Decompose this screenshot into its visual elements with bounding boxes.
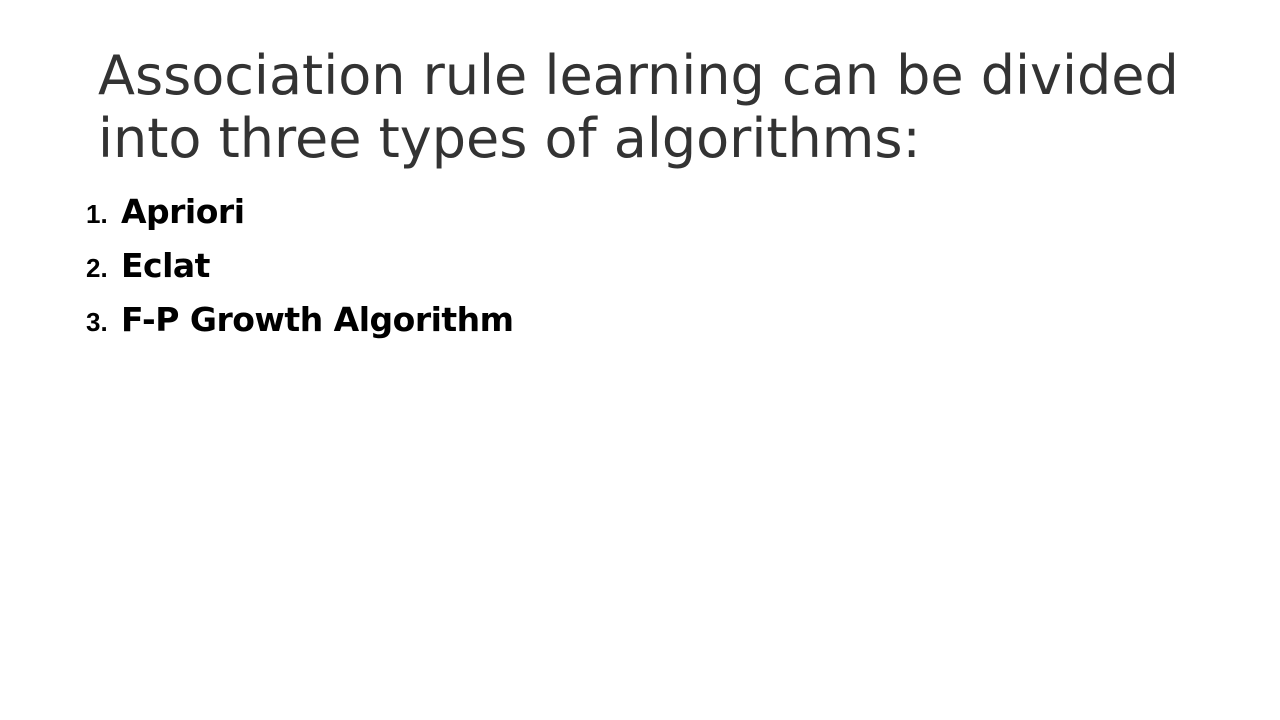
list-item-fp-growth: 3. F-P Growth Algorithm — [86, 300, 514, 354]
slide-title: Association rule learning can be divided… — [98, 44, 1179, 170]
list-item-label: Eclat — [121, 246, 210, 285]
list-item-number: 2. — [86, 253, 108, 283]
list-item-eclat: 2. Eclat — [86, 246, 514, 300]
list-item-apriori: 1. Apriori — [86, 192, 514, 246]
slide: Association rule learning can be divided… — [0, 0, 1280, 720]
algorithm-list: 1. Apriori 2. Eclat 3. F-P Growth Algori… — [86, 192, 514, 354]
list-item-number: 3. — [86, 307, 108, 337]
list-item-number: 1. — [86, 199, 108, 229]
list-item-label: F-P Growth Algorithm — [121, 300, 514, 339]
list-item-label: Apriori — [121, 192, 245, 231]
